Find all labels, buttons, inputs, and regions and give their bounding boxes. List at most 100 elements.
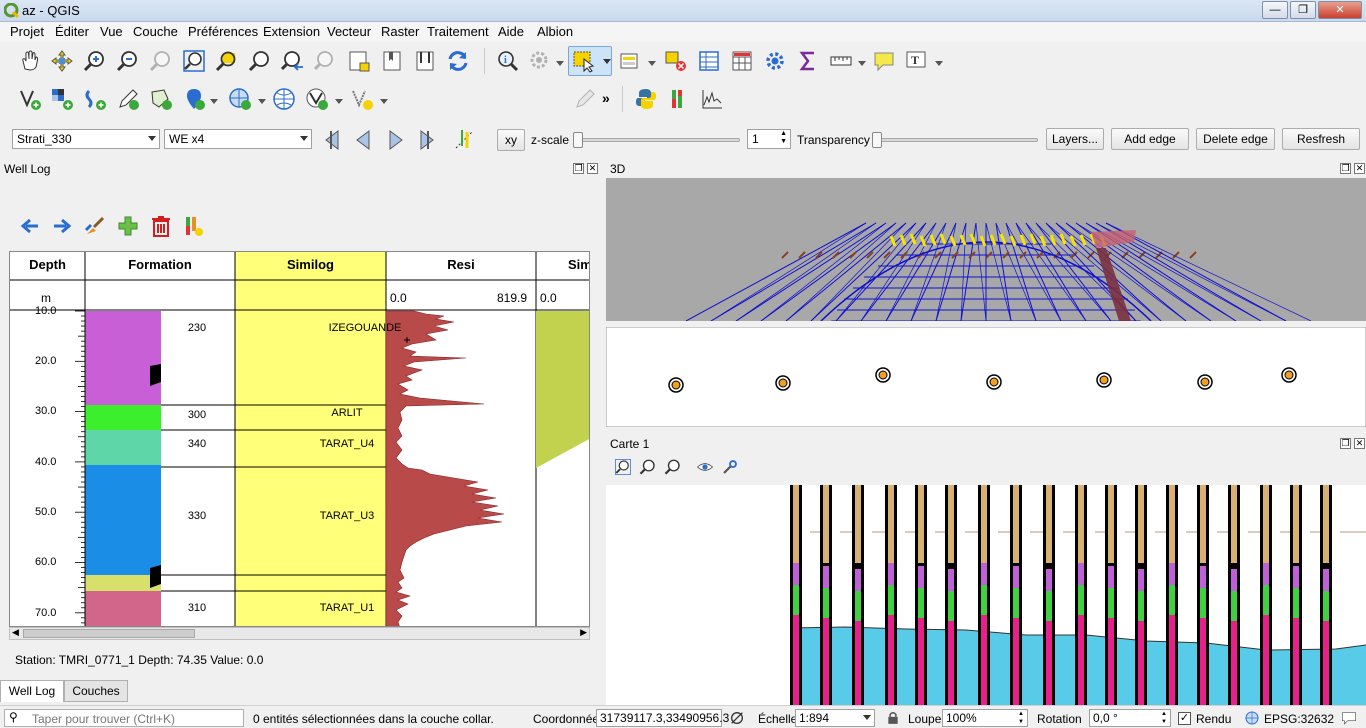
draw-section-icon[interactable] — [452, 128, 476, 152]
minimize-button[interactable]: — — [1262, 1, 1288, 19]
spin-arrows-icon[interactable]: ▲ ▼ — [780, 130, 787, 146]
transparency-slider-thumb[interactable] — [872, 132, 882, 148]
zoom-to-selection-icon[interactable] — [215, 49, 239, 73]
zscale-spinbox[interactable]: 1 ▲ ▼ — [747, 129, 791, 149]
scale-combo[interactable]: 1:894 — [795, 709, 875, 727]
close-button[interactable]: ✕ — [1318, 1, 1362, 19]
log-canvas[interactable]: Depth Formation Similog Resi Sim m 0.0 8… — [9, 251, 590, 627]
section-last-icon[interactable] — [417, 128, 441, 152]
section-previous-icon[interactable] — [351, 128, 375, 152]
scroll-left-icon[interactable]: ◀ — [12, 627, 19, 638]
eye-icon[interactable] — [696, 458, 714, 476]
virtual-dropdown-arrow-icon[interactable] — [380, 99, 388, 104]
zscale-slider-thumb[interactable] — [573, 132, 583, 148]
attribute-table-icon[interactable] — [697, 49, 721, 73]
python-console-icon[interactable] — [634, 87, 658, 111]
float-panel-icon[interactable]: ❐ — [1340, 163, 1351, 174]
new-raster-layer-icon[interactable] — [50, 87, 74, 111]
deselect-all-icon[interactable] — [664, 49, 688, 73]
spin-arrows-icon[interactable]: ▲ ▼ — [1018, 710, 1024, 726]
map-tips-icon[interactable] — [872, 49, 896, 73]
add-log-column-icon[interactable] — [182, 214, 206, 238]
close-panel-icon[interactable]: ✕ — [1354, 163, 1365, 174]
select-dropdown-arrow-icon[interactable] — [648, 61, 656, 66]
add-plus-icon[interactable] — [116, 214, 140, 238]
transparency-slider-track[interactable] — [872, 138, 1038, 142]
maximize-button[interactable]: ❐ — [1290, 1, 1316, 19]
arrow-left-icon[interactable] — [18, 214, 42, 238]
zoom-native-icon[interactable] — [149, 49, 173, 73]
menu-traitement[interactable]: Traitement — [427, 24, 489, 39]
add-point-icon[interactable] — [182, 87, 206, 111]
add-wfs-globe-icon[interactable] — [272, 87, 296, 111]
zoom-to-layer-icon[interactable] — [248, 49, 272, 73]
tab-couches[interactable]: Couches — [64, 680, 128, 702]
annotation-dropdown-arrow-icon[interactable] — [935, 61, 943, 66]
albion-log-icon[interactable] — [667, 87, 691, 111]
show-bookmarks-icon[interactable] — [380, 49, 404, 73]
select-features-button[interactable] — [568, 46, 612, 76]
carte-canvas[interactable] — [606, 485, 1366, 705]
add-layer-dropdown-arrow-icon[interactable] — [210, 99, 218, 104]
zoom-in-icon[interactable] — [83, 49, 107, 73]
zscale-slider-track[interactable] — [574, 138, 740, 142]
tab-well-log[interactable]: Well Log — [0, 680, 64, 702]
toolbar-overflow-chevron-icon[interactable]: » — [602, 90, 610, 106]
lock-icon[interactable] — [886, 710, 900, 726]
zoom-out-icon[interactable] — [116, 49, 140, 73]
collar-map-canvas[interactable] — [606, 327, 1366, 427]
zoom-in-icon[interactable] — [639, 458, 657, 476]
albion-graph-icon[interactable] — [700, 87, 724, 111]
close-panel-icon[interactable]: ✕ — [1354, 438, 1365, 449]
text-annotation-icon[interactable]: T — [905, 49, 929, 73]
float-panel-icon[interactable]: ❐ — [1340, 438, 1351, 449]
identify-icon[interactable]: i — [495, 49, 519, 73]
statistics-sigma-icon[interactable] — [796, 49, 820, 73]
menu-vecteur[interactable]: Vecteur — [327, 24, 371, 39]
pan-to-selection-icon[interactable] — [50, 49, 74, 73]
measure-ruler-icon[interactable] — [829, 49, 853, 73]
wrench-icon[interactable] — [721, 458, 739, 476]
loupe-spinbox[interactable]: 100% ▲ ▼ — [942, 709, 1028, 727]
spin-arrows-icon[interactable]: ▲ ▼ — [1161, 710, 1167, 726]
xy-button[interactable]: xy — [497, 129, 525, 151]
delete-edge-button[interactable]: Delete edge — [1196, 128, 1275, 150]
globe-dropdown-arrow-icon[interactable] — [258, 99, 266, 104]
edit-pencil-disabled-icon[interactable] — [573, 87, 597, 111]
zoom-last-icon[interactable] — [281, 49, 305, 73]
epsg-label[interactable]: EPSG:32632 — [1264, 712, 1334, 726]
section-next-icon[interactable] — [384, 128, 408, 152]
zoom-out-icon[interactable] — [664, 458, 682, 476]
coord-field[interactable]: 31739117.3,33490956.3 — [596, 709, 729, 727]
crs-globe-icon[interactable] — [1244, 710, 1260, 726]
menu-aide[interactable]: Aide — [498, 24, 524, 39]
zoom-full-icon[interactable] — [182, 49, 206, 73]
menu-couche[interactable]: Couche — [133, 24, 178, 39]
processing-gear-icon[interactable] — [763, 49, 787, 73]
action-gear-icon[interactable] — [528, 49, 552, 73]
menu-extension[interactable]: Extension — [263, 24, 320, 39]
pan-hand-icon[interactable] — [18, 49, 42, 73]
rotation-spinbox[interactable]: 0,0 ° ▲ ▼ — [1089, 709, 1171, 727]
menu-albion[interactable]: Albion — [537, 24, 573, 39]
messages-icon[interactable] — [1340, 710, 1358, 726]
layers-button[interactable]: Layers... — [1046, 128, 1104, 150]
search-input[interactable]: Taper pour trouver (Ctrl+K) — [32, 712, 175, 726]
menu-projet[interactable]: Projet — [10, 24, 44, 39]
new-spatialite-icon[interactable] — [83, 87, 107, 111]
trash-icon[interactable] — [149, 214, 173, 238]
action-dropdown-arrow-icon[interactable] — [556, 61, 564, 66]
refresh-button[interactable]: Resfresh — [1282, 128, 1360, 150]
arrow-right-icon[interactable] — [50, 214, 74, 238]
zoom-full-icon[interactable] — [614, 458, 632, 476]
refresh-icon[interactable] — [446, 49, 470, 73]
scroll-right-icon[interactable]: ▶ — [580, 627, 587, 638]
locator-search-box[interactable]: ⚲ Taper pour trouver (Ctrl+K) — [4, 709, 244, 727]
add-wcs-icon[interactable] — [305, 87, 329, 111]
menu-vue[interactable]: Vue — [100, 24, 123, 39]
strati-combo[interactable]: Strati_330 — [12, 129, 160, 149]
add-wms-globe-icon[interactable] — [228, 87, 252, 111]
coord-toggle-icon[interactable] — [729, 710, 745, 726]
float-panel-icon[interactable]: ❐ — [573, 163, 584, 174]
wcs-dropdown-arrow-icon[interactable] — [335, 99, 343, 104]
